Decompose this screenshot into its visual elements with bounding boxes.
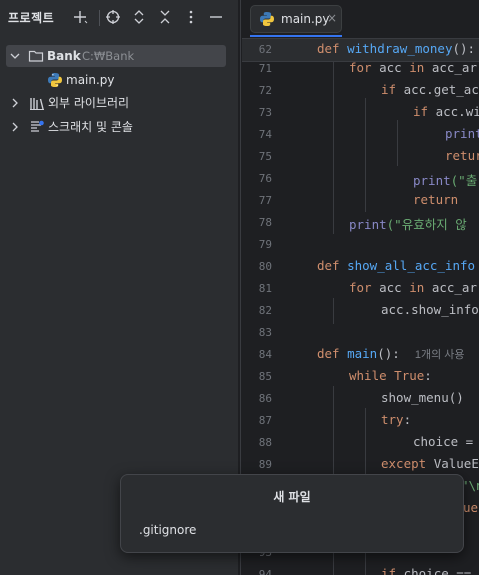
code-line: while True: [349, 368, 432, 383]
line-number: 84 [258, 348, 272, 361]
line-number: 77 [258, 194, 272, 207]
line-number: 71 [258, 62, 272, 75]
scratches-icon [31, 120, 44, 132]
tree-item-external-libraries[interactable]: 외부 라이브러리 [0, 92, 238, 114]
line-number: 94 [258, 568, 272, 575]
tab-label: main.py [281, 12, 330, 26]
line-number: 73 [258, 106, 272, 119]
code-line: for acc in acc_ar [349, 280, 477, 295]
code-line: if acc.wi [413, 104, 479, 119]
tree-item-path: C:₩Bank [82, 49, 135, 63]
expand-all-icon[interactable] [130, 8, 148, 26]
code-line: acc.show_info [381, 302, 479, 317]
popup-title: 새 파일 [273, 490, 311, 504]
tree-item-scratches[interactable]: 스크래치 및 콘솔 [0, 116, 238, 138]
code-line: print("유효하지 않 [349, 217, 467, 232]
line-number: 81 [258, 282, 272, 295]
line-number: 83 [258, 326, 272, 339]
code-line: try: [381, 412, 412, 427]
indent-guide [333, 298, 334, 324]
python-file-icon [48, 73, 62, 87]
line-number: 75 [258, 150, 272, 163]
options-icon[interactable] [182, 8, 200, 26]
code-line: print("출 [413, 173, 478, 188]
line-number: 89 [258, 458, 272, 471]
chevron-down-icon[interactable] [9, 50, 21, 62]
line-number: 85 [258, 370, 272, 383]
code-line: show_menu() [381, 390, 464, 405]
code-line: except ValueE [381, 456, 479, 471]
tree-item-label: 외부 라이브러리 [48, 96, 130, 110]
indent-guide [365, 98, 366, 212]
line-number: 86 [258, 392, 272, 405]
tab-main-py[interactable]: main.py × [250, 5, 342, 33]
line-number: 82 [258, 304, 272, 317]
code-line: def show_all_acc_info [317, 258, 476, 273]
sticky-code: def withdraw_money(): [317, 41, 476, 56]
line-number: 79 [258, 238, 272, 251]
python-file-icon [260, 12, 274, 26]
code-line: ue [463, 500, 479, 515]
tree-item-label: 스크래치 및 콘솔 [48, 120, 133, 134]
line-number: 74 [258, 128, 272, 141]
code-line: if choice == [381, 566, 472, 575]
indent-guide [333, 62, 334, 234]
code-line: def main(): 1개의 사용 [317, 346, 465, 361]
tree-item-label: main.py [66, 73, 115, 87]
usage-hint: 1개의 사용 [414, 349, 465, 361]
code-line: if acc.get_ac [381, 82, 479, 97]
tree-item-label: Bank [47, 49, 81, 63]
popup-item-gitignore[interactable]: .gitignore [139, 523, 196, 537]
line-number: 76 [258, 172, 272, 185]
project-panel-header: 프로젝트 [0, 0, 238, 36]
collapse-all-icon[interactable] [156, 8, 174, 26]
indent-guide [397, 120, 398, 166]
project-panel-title: 프로젝트 [8, 11, 55, 25]
hide-panel-icon[interactable] [207, 8, 225, 26]
chevron-right-icon[interactable] [9, 121, 21, 133]
code-line: print [445, 126, 479, 141]
code-line: for acc in acc_ar [349, 60, 477, 75]
code-line: choice = [413, 434, 474, 449]
code-line: return [413, 192, 459, 207]
chevron-right-icon[interactable] [9, 97, 21, 109]
locate-icon[interactable] [104, 8, 122, 26]
line-number: 87 [258, 414, 272, 427]
library-icon [30, 98, 44, 110]
code-line: retur [445, 148, 479, 163]
header-divider [99, 10, 100, 26]
new-file-popup: 새 파일 .gitignore [120, 474, 464, 553]
tree-item-main-py[interactable]: main.py [0, 69, 238, 91]
tree-item-bank[interactable]: Bank C:₩Bank [6, 45, 226, 67]
line-number: 78 [258, 216, 272, 229]
folder-icon [28, 50, 44, 62]
line-number: 88 [258, 436, 272, 449]
line-number: 80 [258, 260, 272, 273]
add-icon[interactable] [71, 8, 89, 26]
editor-tab-bar: main.py × [242, 0, 479, 39]
active-tab-indicator [250, 35, 342, 37]
line-number: 72 [258, 84, 272, 97]
close-tab-icon[interactable]: × [327, 11, 337, 25]
